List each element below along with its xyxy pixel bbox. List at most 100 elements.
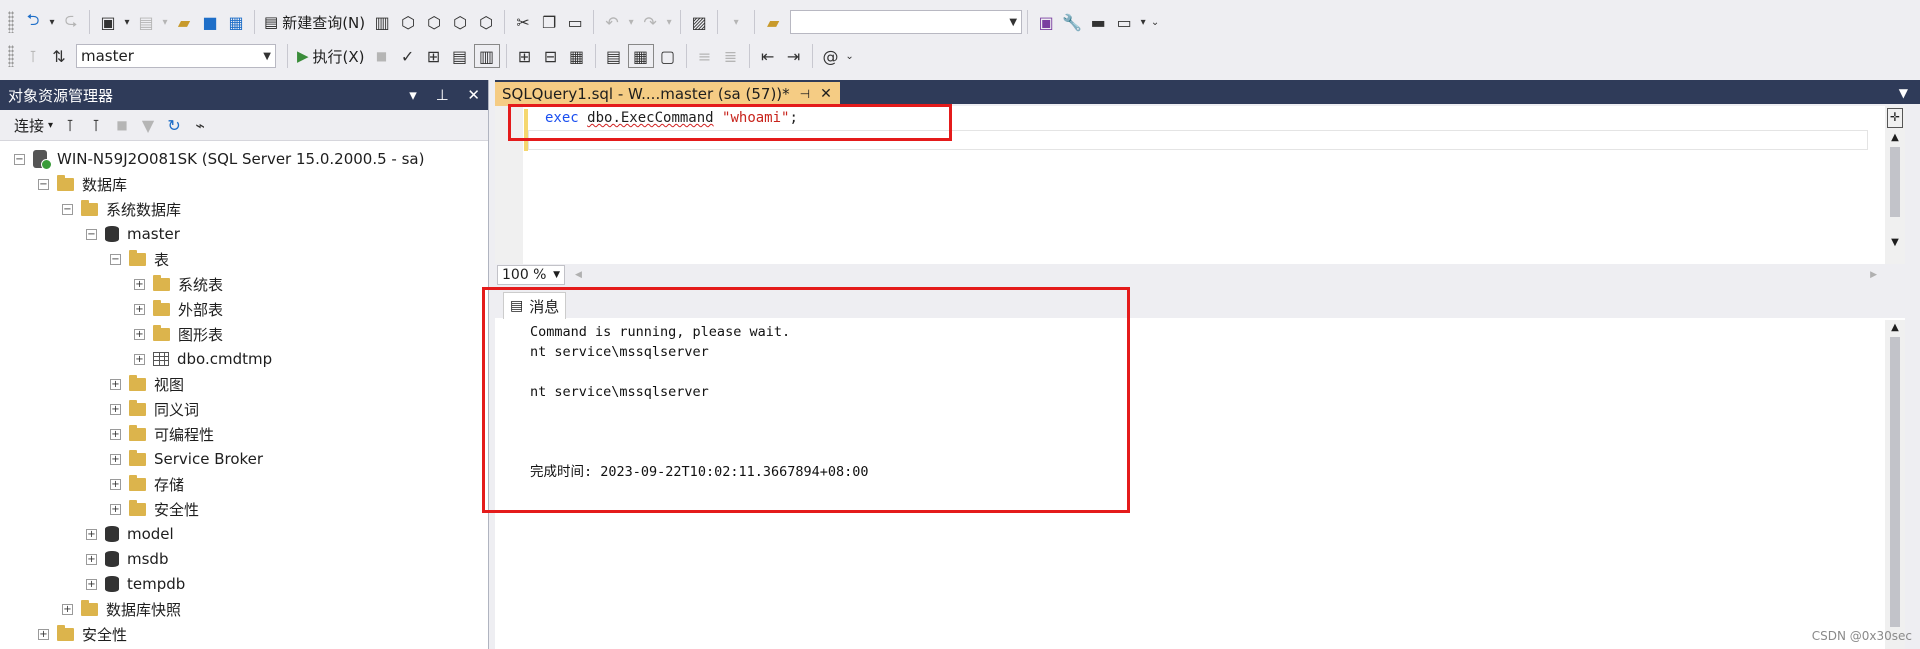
tree-node-databases[interactable]: − 数据库: [38, 172, 127, 196]
tree-node-server[interactable]: − WIN-N59J2O081SK (SQL Server 15.0.2000.…: [14, 147, 424, 171]
query-editor[interactable]: exec dbo.ExecCommand "whoami";: [495, 106, 1885, 264]
tree-node-msdb[interactable]: + msdb: [86, 547, 168, 571]
code-line-1[interactable]: exec dbo.ExecCommand "whoami";: [545, 110, 798, 126]
toolbar-overflow-icon[interactable]: ⌄: [845, 42, 855, 70]
save-icon[interactable]: ■: [198, 8, 222, 36]
connect-icon[interactable]: ⊺: [21, 42, 45, 70]
undo-icon[interactable]: ↶: [600, 8, 624, 36]
decrease-indent-icon[interactable]: ⇤: [756, 42, 780, 70]
expand-icon[interactable]: +: [134, 278, 145, 290]
solution-explorer-icon[interactable]: ▣: [1034, 8, 1058, 36]
toolbar-overflow-icon[interactable]: ⌄: [1150, 8, 1160, 36]
zoom-combo[interactable]: 100 % ▼: [497, 265, 565, 285]
messages-output[interactable]: Command is running, please wait. nt serv…: [530, 322, 869, 482]
results-to-text-icon[interactable]: ▤: [602, 42, 626, 70]
split-window-icon[interactable]: ✛: [1887, 108, 1903, 128]
connect-plug-icon[interactable]: ⊺: [58, 111, 82, 139]
uncomment-lines-icon[interactable]: ≣: [719, 42, 743, 70]
paste-icon[interactable]: ▭: [563, 8, 587, 36]
editor-vertical-scrollbar[interactable]: ✛ ▲ ▼: [1885, 106, 1905, 264]
stop-icon[interactable]: ■: [110, 111, 134, 139]
solution-config-dropdown-icon[interactable]: ▾: [724, 8, 748, 36]
pin-icon[interactable]: ⊣: [800, 87, 810, 101]
command-window-icon[interactable]: ▭: [1112, 8, 1136, 36]
expand-icon[interactable]: +: [86, 578, 97, 590]
back-dropdown-icon[interactable]: ▾: [47, 8, 57, 36]
window-position-dropdown-icon[interactable]: ▾: [409, 86, 417, 104]
new-project-dropdown-icon[interactable]: ▾: [122, 8, 132, 36]
close-tab-icon[interactable]: ✕: [820, 86, 832, 102]
find-combo[interactable]: ▼: [790, 10, 1023, 34]
toolbox-icon[interactable]: ▬: [1086, 8, 1110, 36]
cut-icon[interactable]: ✂: [511, 8, 535, 36]
database-engine-query-icon[interactable]: ▥: [370, 8, 394, 36]
pin-icon[interactable]: ⊥: [436, 86, 449, 104]
tree-node-master[interactable]: − master: [86, 222, 180, 246]
expand-icon[interactable]: +: [62, 603, 73, 615]
disconnect-icon[interactable]: ⊺: [84, 111, 108, 139]
results-to-file-icon[interactable]: ▢: [656, 42, 680, 70]
tree-node-graph-tables[interactable]: + 图形表: [134, 322, 223, 346]
tree-node-system-databases[interactable]: − 系统数据库: [62, 197, 181, 221]
connect-button[interactable]: 连接 ▾: [10, 111, 57, 139]
expand-icon[interactable]: +: [134, 303, 145, 315]
add-item-dropdown-icon[interactable]: ▾: [160, 8, 170, 36]
redo-dropdown-icon[interactable]: ▾: [664, 8, 674, 36]
refresh-icon[interactable]: ↻: [162, 111, 186, 139]
expand-icon[interactable]: +: [134, 328, 145, 340]
tree-node-views[interactable]: + 视图: [110, 372, 184, 396]
tree-node-programmability[interactable]: + 可编程性: [110, 422, 214, 446]
expand-icon[interactable]: +: [134, 353, 145, 365]
parse-checkmark-icon[interactable]: ✓: [396, 42, 420, 70]
tab-messages[interactable]: ▤ 消息: [503, 292, 567, 319]
comment-lines-icon[interactable]: ≡: [693, 42, 717, 70]
tree-node-tempdb[interactable]: + tempdb: [86, 572, 185, 596]
expand-icon[interactable]: +: [38, 628, 49, 640]
close-icon[interactable]: ✕: [467, 86, 480, 104]
open-file-icon[interactable]: ▰: [172, 8, 196, 36]
tree-node-snapshots[interactable]: + 数据库快照: [62, 597, 181, 621]
undo-dropdown-icon[interactable]: ▾: [626, 8, 636, 36]
dmx-query-icon[interactable]: ⬡: [422, 8, 446, 36]
filter-icon[interactable]: ▼: [136, 111, 160, 139]
command-window-dropdown-icon[interactable]: ▾: [1138, 8, 1148, 36]
save-all-icon[interactable]: ▦: [224, 8, 248, 36]
tree-node-cmdtmp[interactable]: + dbo.cmdtmp: [134, 347, 272, 371]
toolbar-grip[interactable]: [8, 45, 14, 67]
scroll-thumb[interactable]: [1890, 337, 1900, 627]
mdx-query-icon[interactable]: ⬡: [396, 8, 420, 36]
activity-monitor-icon[interactable]: ▨: [687, 8, 711, 36]
scroll-thumb[interactable]: [1890, 147, 1900, 217]
scroll-down-icon[interactable]: ▼: [1885, 237, 1905, 248]
dax-query-icon[interactable]: ⬡: [474, 8, 498, 36]
collapse-icon[interactable]: −: [62, 203, 73, 215]
forward-icon[interactable]: ⮎: [59, 8, 83, 36]
tab-list-dropdown-icon[interactable]: ▼: [1899, 86, 1908, 100]
increase-indent-icon[interactable]: ⇥: [782, 42, 806, 70]
scroll-left-icon[interactable]: ◀: [575, 270, 582, 280]
find-in-files-icon[interactable]: ▰: [761, 8, 785, 36]
tree-node-model[interactable]: + model: [86, 522, 174, 546]
collapse-icon[interactable]: −: [110, 253, 121, 265]
new-project-icon[interactable]: ▣: [96, 8, 120, 36]
scroll-right-icon[interactable]: ▶: [1870, 270, 1877, 280]
tab-sqlquery1[interactable]: SQLQuery1.sql - W....master (sa (57))* ⊣…: [495, 82, 840, 106]
available-databases-combo[interactable]: master ▼: [76, 44, 276, 68]
tree-node-storage[interactable]: + 存储: [110, 472, 184, 496]
tree-node-service-broker[interactable]: + Service Broker: [110, 447, 263, 471]
redo-icon[interactable]: ↷: [638, 8, 662, 36]
specify-template-values-icon[interactable]: @: [819, 42, 843, 70]
scroll-up-icon[interactable]: ▲: [1885, 322, 1905, 333]
intellisense-icon[interactable]: ▥: [473, 44, 500, 68]
activity-monitor-icon[interactable]: ⌁: [188, 111, 212, 139]
display-estimated-plan-icon[interactable]: ⊞: [422, 42, 446, 70]
back-icon[interactable]: ⮌: [21, 8, 45, 36]
expand-icon[interactable]: +: [110, 428, 121, 440]
execute-button[interactable]: ▶ 执行(X): [293, 42, 369, 70]
tree-node-synonyms[interactable]: + 同义词: [110, 397, 199, 421]
copy-icon[interactable]: ❐: [537, 8, 561, 36]
toolbar-grip[interactable]: [8, 11, 14, 33]
client-statistics-icon[interactable]: ▦: [565, 42, 589, 70]
xmla-query-icon[interactable]: ⬡: [448, 8, 472, 36]
scroll-up-icon[interactable]: ▲: [1885, 132, 1905, 143]
